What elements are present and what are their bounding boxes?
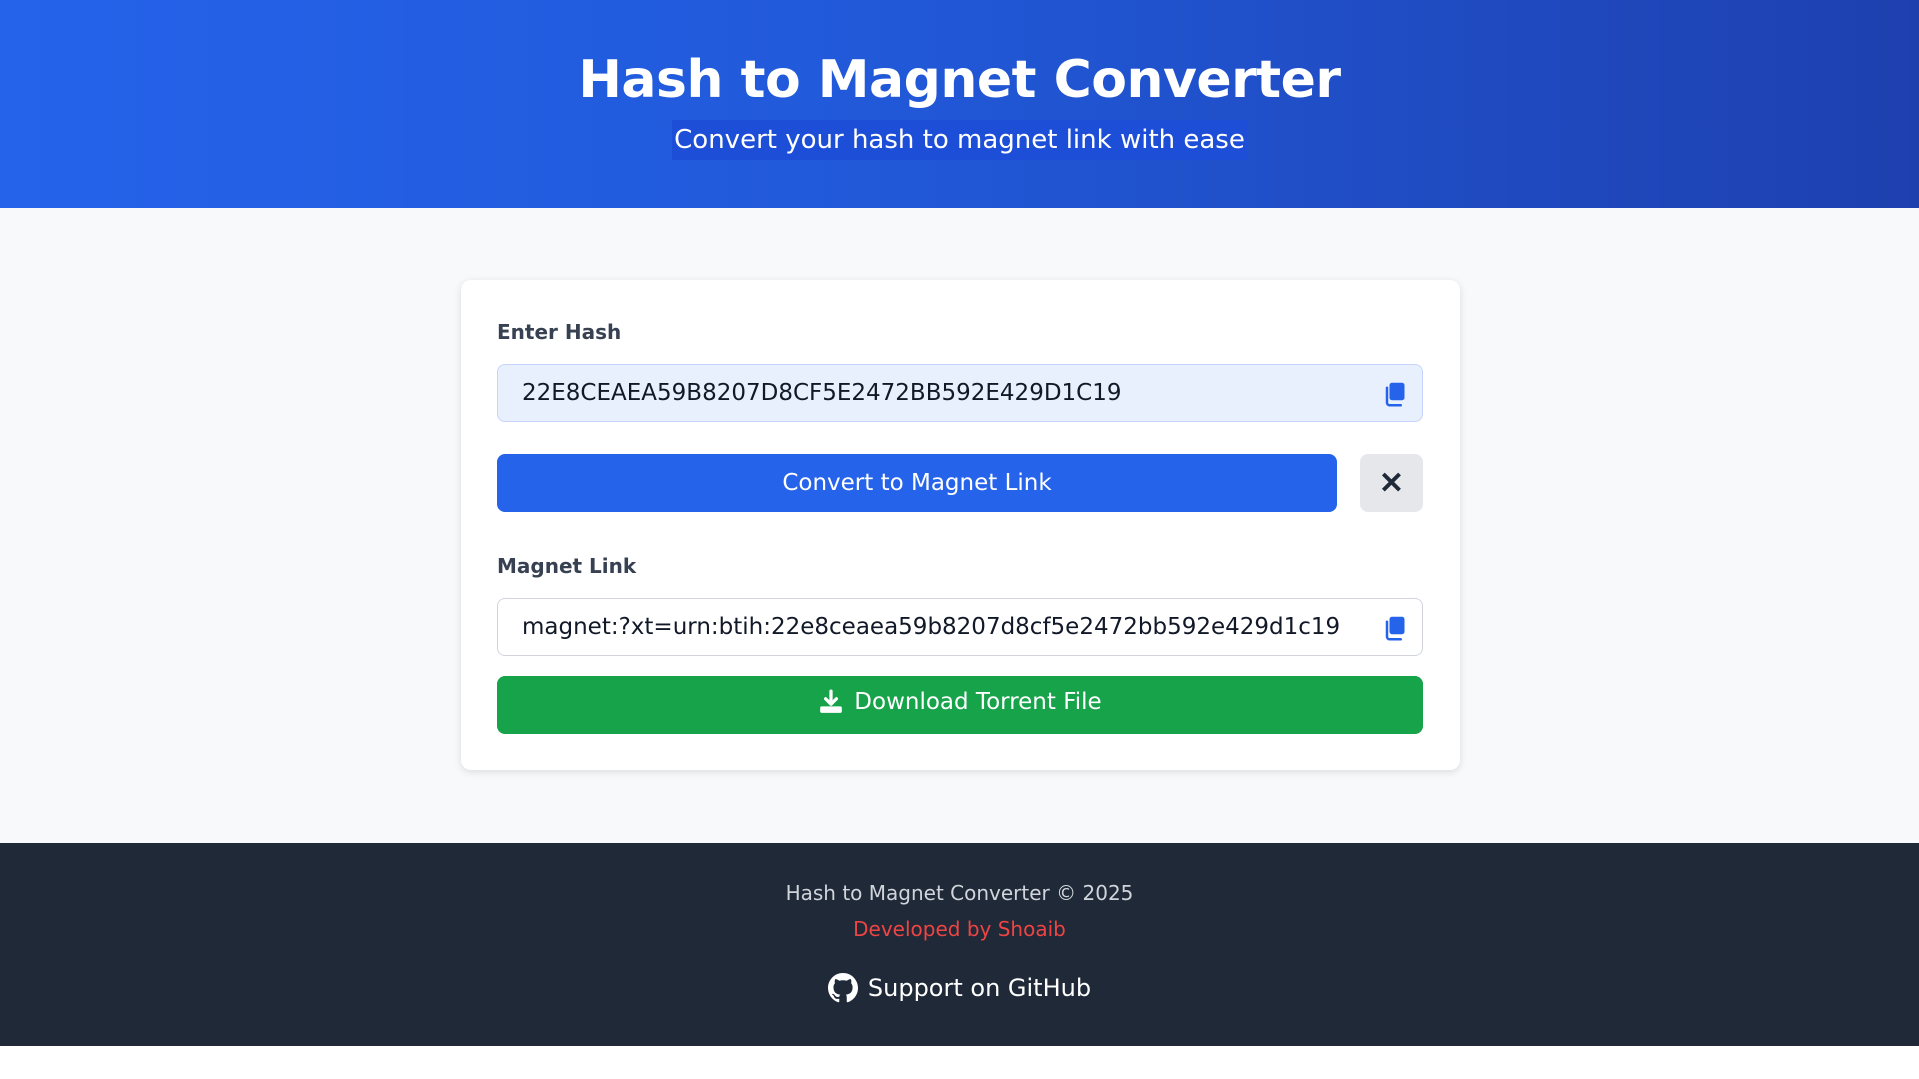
hash-label: Enter Hash [497,320,622,344]
copy-icon [1385,382,1405,407]
copy-icon [1385,616,1405,641]
download-torrent-button[interactable]: Download Torrent File [497,676,1423,734]
hash-field [497,364,1423,422]
main-content: Enter Hash Convert to Magnet Link ✕ Magn… [0,208,1919,843]
page-header: Hash to Magnet Converter Convert your ha… [0,0,1919,208]
magnet-field [497,598,1423,656]
convert-button[interactable]: Convert to Magnet Link [497,454,1337,512]
page-subtitle: Convert your hash to magnet link with ea… [672,120,1247,160]
page-title: Hash to Magnet Converter [578,50,1341,110]
github-support: Support on GitHub [0,973,1919,1007]
developer-link[interactable]: Developed by Shoaib [0,917,1919,941]
download-button-inner: Download Torrent File [818,689,1102,715]
clear-button[interactable]: ✕ [1360,454,1423,512]
copy-hash-button[interactable] [1382,379,1412,409]
copy-magnet-button[interactable] [1382,613,1412,643]
converter-card: Enter Hash Convert to Magnet Link ✕ Magn… [461,280,1460,770]
bottom-strip [0,1046,1919,1079]
hash-input[interactable] [498,365,1358,421]
download-button-label: Download Torrent File [854,689,1102,715]
github-label: Support on GitHub [867,974,1092,1002]
subtitle-wrap: Convert your hash to magnet link with ea… [0,120,1919,160]
page-footer: Hash to Magnet Converter © 2025 Develope… [0,843,1919,1046]
page: Hash to Magnet Converter Convert your ha… [0,0,1919,1079]
github-icon [827,973,858,1003]
github-link[interactable]: Support on GitHub [827,973,1092,1003]
close-icon: ✕ [1378,467,1405,500]
download-icon [820,689,843,713]
magnet-label: Magnet Link [497,554,637,578]
magnet-output[interactable] [498,599,1358,655]
footer-copyright: Hash to Magnet Converter © 2025 [785,881,1134,905]
